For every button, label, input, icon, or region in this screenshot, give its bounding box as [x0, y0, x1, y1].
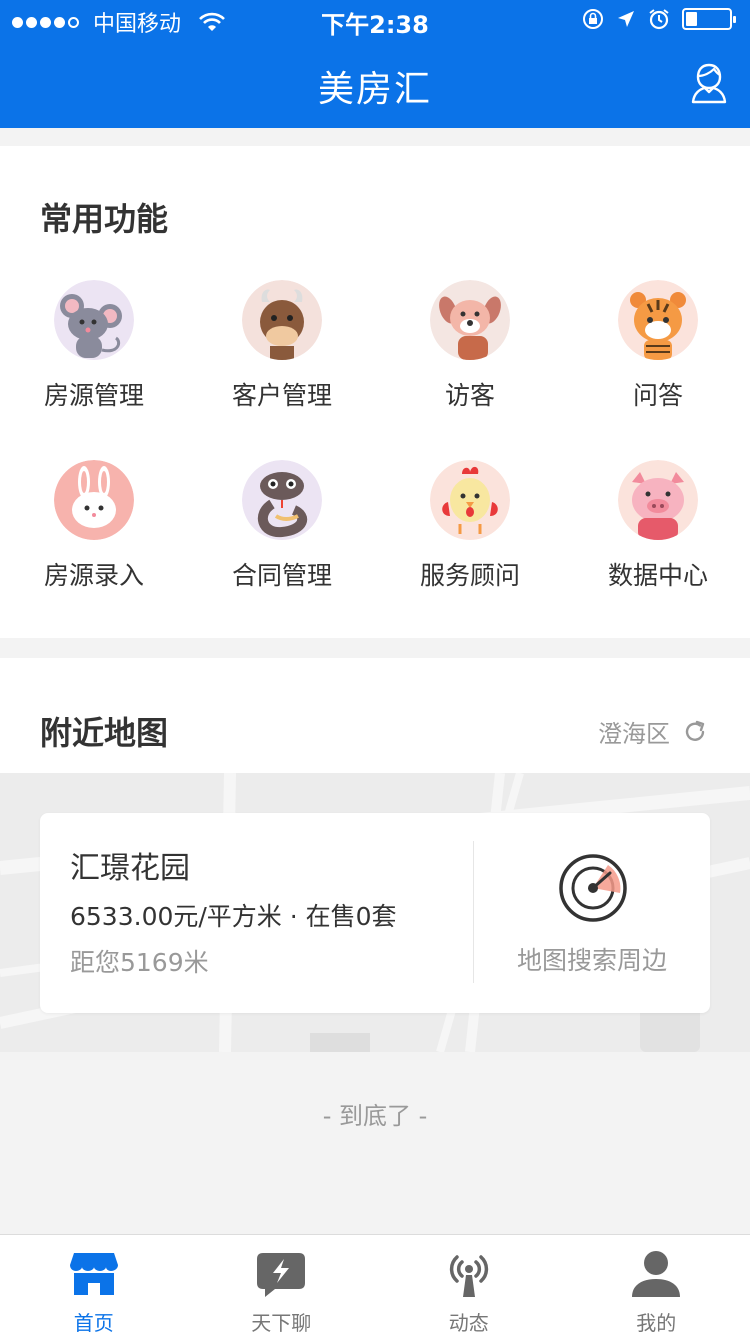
snake-icon: [242, 460, 322, 540]
section-title-nearby-map: 附近地图: [40, 714, 169, 752]
function-label: 房源录入: [43, 561, 144, 590]
rooster-icon: [430, 460, 510, 540]
estate-name: 汇璟花园: [70, 851, 190, 886]
tiger-icon: [618, 280, 698, 360]
location-arrow-icon: [618, 11, 634, 27]
tab-bar: 首页 天下聊 动态 我的: [0, 1234, 750, 1334]
top-bar: 中国移动 下午2:38 美房汇: [0, 0, 750, 128]
tab-label: 首页: [73, 1311, 114, 1334]
tab-label: 天下聊: [251, 1311, 312, 1334]
district-label: 澄海区: [598, 720, 670, 748]
function-item-visitors[interactable]: 访客: [376, 280, 564, 440]
estate-distance: 距您5169米: [70, 948, 209, 977]
app-title: 美房汇: [317, 69, 432, 110]
function-item-qa[interactable]: 问答: [564, 280, 750, 440]
tab-home[interactable]: 首页: [0, 1235, 188, 1334]
function-label: 问答: [632, 381, 683, 410]
function-item-listing-management[interactable]: 房源管理: [0, 280, 188, 440]
ox-icon: [242, 280, 322, 360]
function-label: 访客: [444, 381, 495, 410]
pig-icon: [618, 460, 698, 540]
refresh-icon[interactable]: [682, 719, 708, 745]
rabbit-icon: [54, 460, 134, 540]
chat-lightning-icon: [257, 1253, 306, 1297]
alarm-icon: [649, 9, 669, 30]
rotation-lock-icon: [583, 9, 603, 29]
function-label: 客户管理: [231, 381, 332, 410]
nav-bar: 美房汇: [0, 40, 750, 128]
function-label: 合同管理: [231, 561, 332, 590]
function-label: 服务顾问: [419, 561, 520, 590]
user-outline-icon[interactable]: [690, 62, 728, 104]
estate-price: 6533.00元/平方米 · 在售0套: [70, 902, 397, 931]
status-bar: 中国移动 下午2:38: [0, 0, 750, 40]
function-label: 数据中心: [607, 561, 708, 590]
function-item-listing-entry[interactable]: 房源录入: [0, 460, 188, 620]
broadcast-icon: [449, 1255, 488, 1297]
function-label: 房源管理: [43, 381, 144, 410]
rat-icon: [54, 280, 134, 360]
function-item-customer-management[interactable]: 客户管理: [188, 280, 376, 440]
function-item-contract-management[interactable]: 合同管理: [188, 460, 376, 620]
section-title-common-functions: 常用功能: [40, 200, 169, 238]
function-item-data-center[interactable]: 数据中心: [564, 460, 750, 620]
status-right: [582, 8, 736, 30]
tab-label: 动态: [448, 1311, 489, 1334]
battery-icon: [682, 8, 736, 30]
tab-chat[interactable]: 天下聊: [188, 1235, 376, 1334]
home-store-icon: [69, 1253, 118, 1295]
tab-me[interactable]: 我的: [563, 1235, 750, 1334]
person-icon: [632, 1251, 681, 1297]
tab-feed[interactable]: 动态: [375, 1235, 563, 1334]
estate-info-card[interactable]: 汇璟花园 6533.00元/平方米 · 在售0套 距您5169米 地图搜索周边: [40, 813, 710, 1013]
dog-icon: [430, 280, 510, 360]
end-of-list-text: - 到底了 -: [322, 1102, 428, 1130]
tab-label: 我的: [636, 1311, 677, 1334]
map-search-nearby-button[interactable]: 地图搜索周边: [474, 813, 710, 1013]
common-functions-card: 常用功能 房源管理 客户管理 访客 问答 房源录入 合同管理 服务顾问 数据中心: [0, 146, 750, 638]
radar-icon: [559, 854, 627, 922]
function-item-service-advisor[interactable]: 服务顾问: [376, 460, 564, 620]
nearby-map-card: 附近地图 澄海区 汇璟花园 6533.00元/平方米 · 在售0套 距您5169…: [0, 658, 750, 1052]
map-search-label: 地图搜索周边: [516, 946, 667, 975]
district-selector[interactable]: 澄海区: [598, 714, 708, 749]
